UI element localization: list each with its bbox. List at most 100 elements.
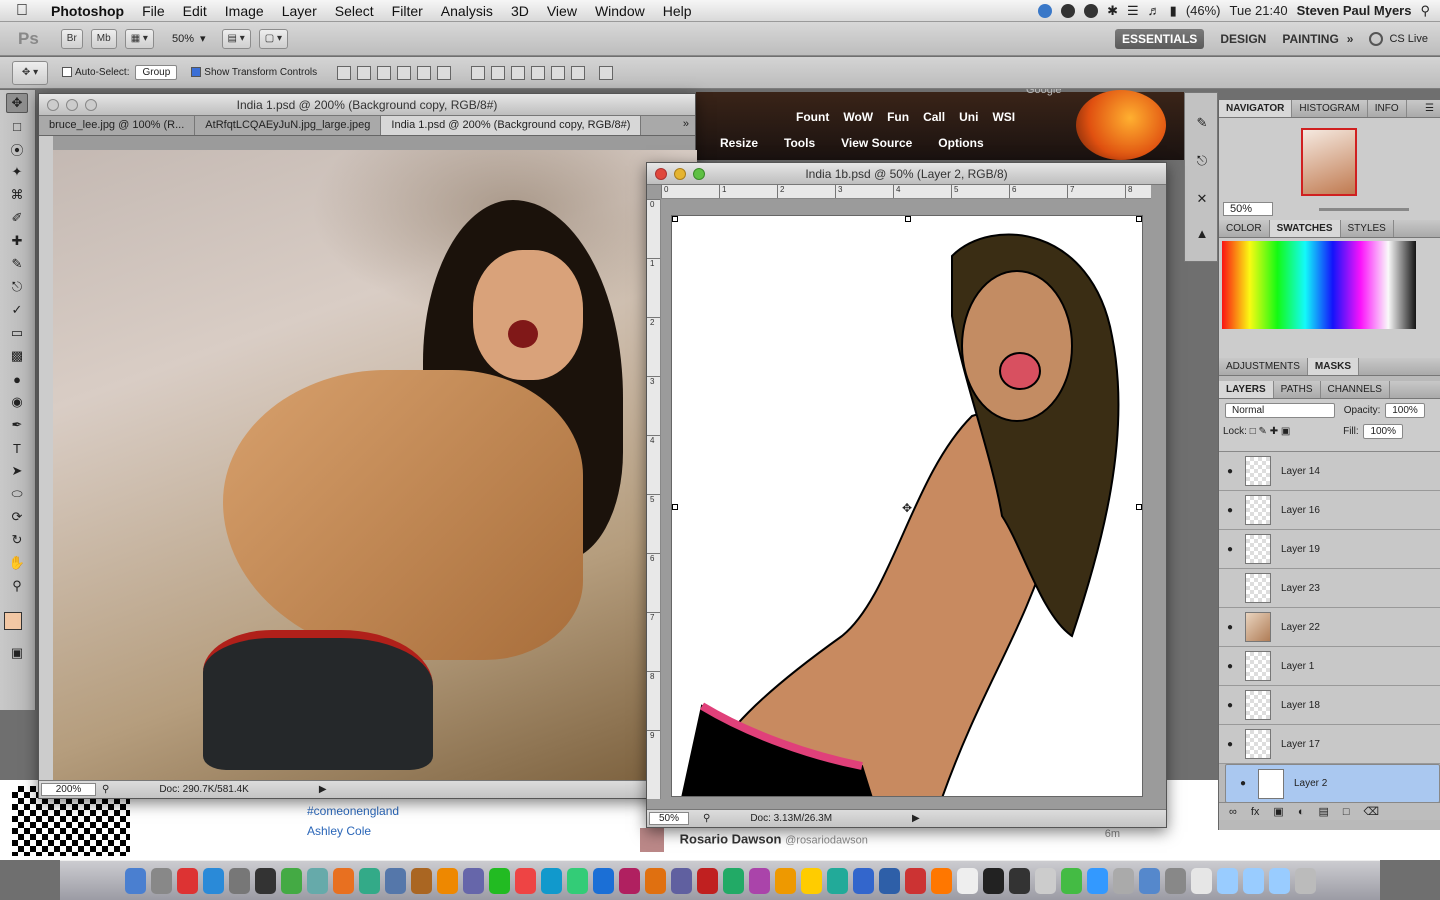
- zoom-level[interactable]: 50%: [172, 33, 194, 45]
- doc2-titlebar[interactable]: India 1b.psd @ 50% (Layer 2, RGB/8): [647, 163, 1166, 185]
- auto-select-checkbox-wrap[interactable]: Auto-Select:: [62, 67, 129, 78]
- hand-tool-icon[interactable]: ✋: [6, 553, 28, 573]
- bookmark-fun[interactable]: Fun: [887, 110, 909, 124]
- transform-handle-tc[interactable]: [905, 216, 911, 222]
- distribute-left-icon[interactable]: [531, 65, 546, 80]
- tab-navigator[interactable]: NAVIGATOR: [1219, 100, 1293, 117]
- p-icon[interactable]: [1008, 867, 1030, 894]
- resize-menu[interactable]: Resize: [720, 136, 758, 150]
- auto-align-icon[interactable]: [599, 65, 614, 80]
- fish-icon[interactable]: [826, 867, 848, 894]
- layer-row[interactable]: ● Layer 17: [1219, 725, 1440, 764]
- show-transform-checkbox[interactable]: [191, 67, 202, 78]
- chrome-icon[interactable]: [358, 867, 380, 894]
- align-top-icon[interactable]: [337, 65, 352, 80]
- tab-info[interactable]: INFO: [1368, 100, 1407, 117]
- menu-select[interactable]: Select: [326, 3, 383, 19]
- itunes-icon[interactable]: [462, 867, 484, 894]
- tab-layers[interactable]: LAYERS: [1219, 381, 1274, 398]
- bookmark-wsi[interactable]: WSI: [992, 110, 1015, 124]
- finder-icon[interactable]: [124, 867, 146, 894]
- layer-row[interactable]: ● Layer 14: [1219, 452, 1440, 491]
- menu-image[interactable]: Image: [216, 3, 273, 19]
- transform-handle-ml[interactable]: [672, 504, 678, 510]
- align-vcenter-icon[interactable]: [357, 65, 372, 80]
- workspace-essentials[interactable]: ESSENTIALS: [1114, 28, 1205, 49]
- clone-source-panel-icon[interactable]: ⎋: [1191, 151, 1213, 171]
- time-machine-icon[interactable]: [280, 867, 302, 894]
- visibility-eye-icon[interactable]: ●: [1219, 622, 1241, 633]
- move-tool-icon[interactable]: ✥: [6, 93, 28, 113]
- tab-histogram[interactable]: HISTOGRAM: [1292, 100, 1368, 117]
- tweet-name[interactable]: Rosario Dawson: [680, 831, 782, 846]
- doc1-close-button[interactable]: [47, 98, 59, 111]
- menu-layer[interactable]: Layer: [273, 3, 326, 19]
- transform-handle-tl[interactable]: [672, 216, 678, 222]
- id-icon[interactable]: [618, 867, 640, 894]
- zoom-chevron-icon[interactable]: ▾: [200, 32, 206, 45]
- wifi-icon[interactable]: ☰: [1127, 3, 1139, 19]
- menu-edit[interactable]: Edit: [174, 3, 216, 19]
- network-icon[interactable]: [384, 867, 406, 894]
- distribute-top-icon[interactable]: [471, 65, 486, 80]
- new-group-icon[interactable]: ▤: [1318, 805, 1328, 818]
- dropbox-icon[interactable]: [1038, 3, 1053, 18]
- folder1-icon[interactable]: [1216, 867, 1238, 894]
- distribute-hcenter-icon[interactable]: [551, 65, 566, 80]
- new-layer-icon[interactable]: □: [1343, 806, 1350, 818]
- word-icon[interactable]: [878, 867, 900, 894]
- visibility-eye-icon[interactable]: ●: [1219, 739, 1241, 750]
- layer-name[interactable]: Layer 17: [1281, 739, 1320, 750]
- doc2-canvas[interactable]: ✥: [671, 215, 1143, 797]
- lock-pixels-icon[interactable]: ✎: [1259, 426, 1267, 437]
- vlc-icon[interactable]: [436, 867, 458, 894]
- crop-tool-icon[interactable]: ⌘: [6, 185, 28, 205]
- tab-swatches[interactable]: SWATCHES: [1269, 220, 1341, 237]
- layer-name[interactable]: Layer 18: [1281, 700, 1320, 711]
- healing-brush-tool-icon[interactable]: ✚: [6, 231, 28, 251]
- fill-field[interactable]: 100%: [1363, 424, 1404, 439]
- menu-window[interactable]: Window: [586, 3, 654, 19]
- visibility-eye-icon[interactable]: ●: [1232, 778, 1254, 789]
- navigator-menu-icon[interactable]: ☰: [1419, 100, 1440, 117]
- name-link[interactable]: Ashley Cole: [307, 824, 371, 838]
- doc1-doc-size[interactable]: Doc: 290.7K/581.4K: [159, 784, 249, 795]
- folder3-icon[interactable]: [1268, 867, 1290, 894]
- tab-bruce-lee[interactable]: bruce_lee.jpg @ 100% (R...: [39, 116, 196, 135]
- brush-tool-icon[interactable]: ✎: [6, 254, 28, 274]
- arrange-documents-button[interactable]: ▤ ▾: [221, 28, 251, 49]
- distribute-bottom-icon[interactable]: [511, 65, 526, 80]
- tabs-overflow-icon[interactable]: »: [677, 116, 695, 135]
- eraser-tool-icon[interactable]: ▭: [6, 323, 28, 343]
- ps-icon[interactable]: [592, 867, 614, 894]
- lock-position-icon[interactable]: ✚: [1270, 426, 1278, 437]
- doc2-minimize-button[interactable]: [674, 167, 686, 180]
- layer-name[interactable]: Layer 19: [1281, 544, 1320, 555]
- brushes-panel-icon[interactable]: ✎: [1191, 113, 1213, 133]
- bridge-button[interactable]: Br: [60, 28, 83, 49]
- workspace-design[interactable]: DESIGN: [1220, 32, 1266, 46]
- move-tool-preset[interactable]: ✥ ▾: [12, 60, 48, 85]
- twitter-icon[interactable]: [1086, 867, 1108, 894]
- clock[interactable]: Tue 21:40: [1230, 3, 1288, 18]
- view-source-menu[interactable]: View Source: [841, 136, 912, 150]
- tool-presets-panel-icon[interactable]: ✕: [1191, 189, 1213, 209]
- pen-tool-icon[interactable]: ✒: [6, 415, 28, 435]
- doc1-canvas[interactable]: [53, 150, 697, 780]
- menu-file[interactable]: File: [133, 3, 174, 19]
- bluetooth-icon[interactable]: ✱: [1107, 3, 1118, 19]
- tweet-avatar[interactable]: [640, 828, 664, 852]
- fan-icon[interactable]: [1164, 867, 1186, 894]
- ae-icon[interactable]: [670, 867, 692, 894]
- eyedropper-tool-icon[interactable]: ✐: [6, 208, 28, 228]
- tab-adjustments[interactable]: ADJUSTMENTS: [1219, 358, 1308, 375]
- bookmark-call[interactable]: Call: [923, 110, 945, 124]
- vlc2-icon[interactable]: [774, 867, 796, 894]
- doc2-zoom-field[interactable]: 50%: [649, 812, 689, 825]
- layer-row[interactable]: ● Layer 16: [1219, 491, 1440, 530]
- tab-channels[interactable]: CHANNELS: [1321, 381, 1390, 398]
- auto-select-dropdown[interactable]: Group: [135, 65, 178, 80]
- pages-icon[interactable]: [956, 867, 978, 894]
- spotlight-icon[interactable]: ⚲: [1420, 3, 1430, 19]
- align-left-icon[interactable]: [397, 65, 412, 80]
